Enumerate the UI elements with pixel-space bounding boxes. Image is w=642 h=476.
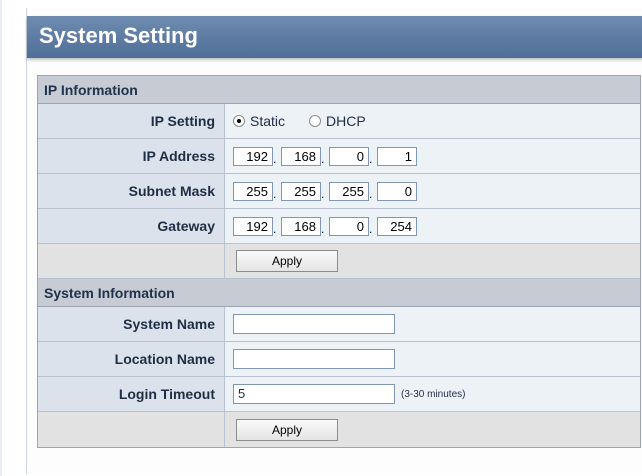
settings-form: IP Information IP Setting Static DHCP IP… [37,75,641,448]
octet-separator: . [321,152,325,166]
system-name-row: System Name [38,307,640,342]
system-setting-panel: System Setting IP Information IP Setting… [26,8,642,474]
ip-setting-options: Static DHCP [225,104,640,138]
ip-apply-cell: Apply [225,244,640,278]
login-timeout-row: Login Timeout 5 (3-30 minutes) [38,377,640,412]
title-bar: System Setting [27,16,642,58]
static-radio-option[interactable]: Static [233,113,285,129]
subnet-mask-label: Subnet Mask [38,174,225,208]
login-timeout-label: Login Timeout [38,377,225,411]
system-apply-row: Apply [38,412,640,447]
subnet-mask-octet-1[interactable]: 255 [233,181,273,201]
login-timeout-cell: 5 (3-30 minutes) [225,377,640,411]
ip-apply-button[interactable]: Apply [236,250,338,272]
location-name-row: Location Name [38,342,640,377]
gateway-octet-3[interactable]: 0 [329,216,369,236]
dhcp-radio-option[interactable]: DHCP [309,113,366,129]
ip-address-label: IP Address [38,139,225,173]
ip-apply-row: Apply [38,244,640,279]
system-apply-spacer [38,412,225,447]
system-information-header: System Information [38,279,640,307]
login-timeout-hint: (3-30 minutes) [401,388,466,400]
system-name-label: System Name [38,307,225,341]
system-name-input[interactable] [233,314,395,334]
page-edge [0,0,2,476]
gateway-octet-2[interactable]: 168 [281,216,321,236]
system-apply-button[interactable]: Apply [236,418,338,441]
page-title: System Setting [39,23,198,48]
static-label: Static [250,113,286,129]
location-name-input[interactable] [233,349,395,369]
octet-separator: . [369,187,373,201]
dhcp-radio[interactable] [309,115,322,127]
gateway-label: Gateway [38,209,225,243]
gateway-octet-1[interactable]: 192 [233,216,273,236]
ip-address-octet-1[interactable]: 192 [233,146,273,166]
subnet-mask-octet-2[interactable]: 255 [281,181,321,201]
ip-setting-label: IP Setting [38,104,225,138]
subnet-mask-octet-4[interactable]: 0 [377,181,417,201]
octet-separator: . [273,187,277,201]
location-name-label: Location Name [38,342,225,376]
ip-address-octet-3[interactable]: 0 [329,146,369,166]
system-name-cell [225,307,640,341]
octet-separator: . [321,187,325,201]
octet-separator: . [321,222,325,236]
system-apply-cell: Apply [225,412,640,447]
location-name-cell [225,342,640,376]
ip-address-fields: 192 . 168 . 0 . 1 [225,139,640,173]
gateway-octet-4[interactable]: 254 [377,216,417,236]
octet-separator: . [369,152,373,166]
gateway-row: Gateway 192 . 168 . 0 . 254 [38,209,640,244]
ip-apply-spacer [38,244,225,278]
ip-address-row: IP Address 192 . 168 . 0 . 1 [38,139,640,174]
subnet-mask-fields: 255 . 255 . 255 . 0 [225,174,640,208]
gateway-fields: 192 . 168 . 0 . 254 [225,209,640,243]
octet-separator: . [273,152,277,166]
octet-separator: . [369,222,373,236]
login-timeout-input[interactable]: 5 [233,384,395,404]
subnet-mask-row: Subnet Mask 255 . 255 . 255 . 0 [38,174,640,209]
static-radio[interactable] [233,115,245,127]
ip-information-header: IP Information [38,76,640,104]
subnet-mask-octet-3[interactable]: 255 [329,181,369,201]
dhcp-label: DHCP [326,113,366,129]
ip-address-octet-2[interactable]: 168 [281,146,321,166]
ip-setting-row: IP Setting Static DHCP [38,104,640,139]
octet-separator: . [273,222,277,236]
ip-address-octet-4[interactable]: 1 [377,146,417,166]
